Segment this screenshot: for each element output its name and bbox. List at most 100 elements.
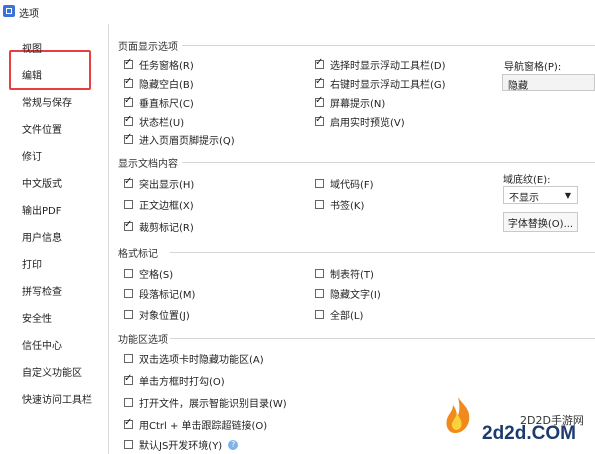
checkbox-smart-toc[interactable]: 打开文件，展示智能识别目录(W) [124,395,287,410]
checkbox-box[interactable] [124,310,133,319]
checkbox-floating-toolbar-rightclick[interactable]: 右键时显示浮动工具栏(G) [315,76,446,91]
checkbox-box[interactable] [315,269,324,278]
checkbox-box[interactable] [124,95,133,107]
checkbox-box[interactable] [124,373,133,385]
checkbox-text-boundaries[interactable]: 正文边框(X) [124,197,194,212]
field-shading-value: 不显示 [509,193,539,204]
checkbox-box[interactable] [124,289,133,298]
sidebar-item-print[interactable]: 打印 [22,256,42,271]
checkbox-task-pane[interactable]: 任务窗格(R) [124,57,194,72]
checkbox-label: 书签(K) [330,201,365,212]
sidebar-nav: 视图 编辑 常规与保存 文件位置 修订 中文版式 输出PDF 用户信息 打印 拼… [0,24,109,454]
sidebar-item-chinese-layout[interactable]: 中文版式 [22,175,62,190]
checkbox-box[interactable] [124,440,133,449]
checkbox-bookmarks[interactable]: 书签(K) [315,197,364,212]
checkbox-default-js-env[interactable]: 默认JS开发环境(Y)? [124,437,239,452]
checkbox-box[interactable] [315,179,324,188]
checkbox-box[interactable] [124,176,133,188]
font-replace-button[interactable]: 字体替换(O)... [503,212,578,232]
flame-logo-icon [446,397,470,433]
help-icon[interactable]: ? [228,439,239,450]
sidebar-item-view[interactable]: 视图 [22,40,42,55]
checkbox-paragraph-marks[interactable]: 段落标记(M) [124,286,195,301]
checkbox-click-to-check[interactable]: 单击方框时打勾(O) [124,373,225,388]
checkbox-label: 双击选项卡时隐藏功能区(A) [139,355,264,366]
checkbox-crop-marks[interactable]: 裁剪标记(R) [124,219,194,234]
checkbox-box[interactable] [124,354,133,363]
checkbox-box[interactable] [315,76,324,88]
section-divider [170,252,595,253]
checkbox-label: 隐藏文字(I) [330,290,381,301]
checkbox-label: 选择时显示浮动工具栏(D) [330,61,446,72]
sidebar-item-customize-ribbon[interactable]: 自定义功能区 [22,364,82,379]
checkbox-spaces[interactable]: 空格(S) [124,266,173,281]
checkbox-highlight[interactable]: 突出显示(H) [124,176,194,191]
checkbox-label: 裁剪标记(R) [139,223,194,234]
sidebar-item-revision[interactable]: 修订 [22,148,42,163]
sidebar-item-spell-check[interactable]: 拼写检查 [22,283,62,298]
checkbox-box[interactable] [315,114,324,126]
checkbox-label: 对象位置(J) [139,311,190,322]
checkbox-label: 打开文件，展示智能识别目录(W) [139,399,287,410]
checkbox-hide-whitespace[interactable]: 隐藏空白(B) [124,76,194,91]
checkbox-box[interactable] [124,219,133,231]
checkbox-object-anchors[interactable]: 对象位置(J) [124,307,190,322]
checkbox-box[interactable] [124,398,133,407]
checkbox-live-preview[interactable]: 启用实时预览(V) [315,114,405,129]
checkbox-label: 正文边框(X) [139,201,194,212]
checkbox-all-marks[interactable]: 全部(L) [315,307,363,322]
field-shading-select[interactable]: 不显示 ▼ [503,186,578,204]
checkbox-vertical-ruler[interactable]: 垂直标尺(C) [124,95,194,110]
checkbox-field-codes[interactable]: 域代码(F) [315,176,374,191]
checkbox-box[interactable] [315,200,324,209]
checkbox-label: 段落标记(M) [139,290,196,301]
sidebar-item-edit[interactable]: 编辑 [22,67,42,82]
checkbox-box[interactable] [315,57,324,69]
checkbox-box[interactable] [124,417,133,429]
checkbox-hide-ribbon-doubleclick[interactable]: 双击选项卡时隐藏功能区(A) [124,351,264,366]
section-title-format-marks: 格式标记 [118,249,158,260]
checkbox-box[interactable] [124,269,133,278]
nav-pane-select[interactable]: 隐藏 [502,74,595,92]
checkbox-label: 启用实时预览(V) [330,118,405,129]
checkbox-label: 任务窗格(R) [139,61,194,72]
sidebar-item-export-pdf[interactable]: 输出PDF [22,202,61,217]
checkbox-header-footer-tip[interactable]: 进入页眉页脚提示(Q) [124,132,235,147]
checkbox-box[interactable] [315,310,324,319]
sidebar-item-trust-center[interactable]: 信任中心 [22,337,62,352]
sidebar-item-file-location[interactable]: 文件位置 [22,121,62,136]
checkbox-box[interactable] [124,200,133,209]
checkbox-label: 制表符(T) [330,270,374,281]
checkbox-box[interactable] [315,289,324,298]
checkbox-floating-toolbar-select[interactable]: 选择时显示浮动工具栏(D) [315,57,446,72]
chevron-down-icon: ▼ [564,191,571,200]
field-shading-label: 域底纹(E): [503,175,551,186]
section-divider [182,162,595,163]
checkbox-ctrl-click-hyperlink[interactable]: 用Ctrl + 单击跟踪超链接(O) [124,417,267,432]
checkbox-label: 突出显示(H) [139,180,195,191]
checkbox-box[interactable] [124,132,133,144]
checkbox-box[interactable] [315,95,324,107]
checkbox-label: 单击方框时打勾(O) [139,377,225,388]
sidebar-item-quick-access-toolbar[interactable]: 快速访问工具栏 [22,391,92,406]
checkbox-screen-tips[interactable]: 屏幕提示(N) [315,95,385,110]
checkbox-label: 屏幕提示(N) [330,99,386,110]
checkbox-box[interactable] [124,57,133,69]
checkbox-label: 全部(L) [330,311,364,322]
title-bar: 选项 [0,0,595,24]
checkbox-hidden-text[interactable]: 隐藏文字(I) [315,286,381,301]
checkbox-box[interactable] [124,114,133,126]
checkbox-label: 用Ctrl + 单击跟踪超链接(O) [139,421,268,432]
window-title: 选项 [19,9,39,20]
sidebar-item-general-save[interactable]: 常规与保存 [22,94,72,109]
sidebar-item-security[interactable]: 安全性 [22,310,52,325]
section-divider [182,45,595,46]
checkbox-label: 隐藏空白(B) [139,80,194,91]
checkbox-label: 默认JS开发环境(Y) [139,441,223,452]
checkbox-status-bar[interactable]: 状态栏(U) [124,114,184,129]
sidebar-item-user-info[interactable]: 用户信息 [22,229,62,244]
checkbox-box[interactable] [124,76,133,88]
nav-pane-value: 隐藏 [508,81,528,92]
watermark-domain: 2d2d.COM [482,423,576,444]
checkbox-tab-characters[interactable]: 制表符(T) [315,266,374,281]
